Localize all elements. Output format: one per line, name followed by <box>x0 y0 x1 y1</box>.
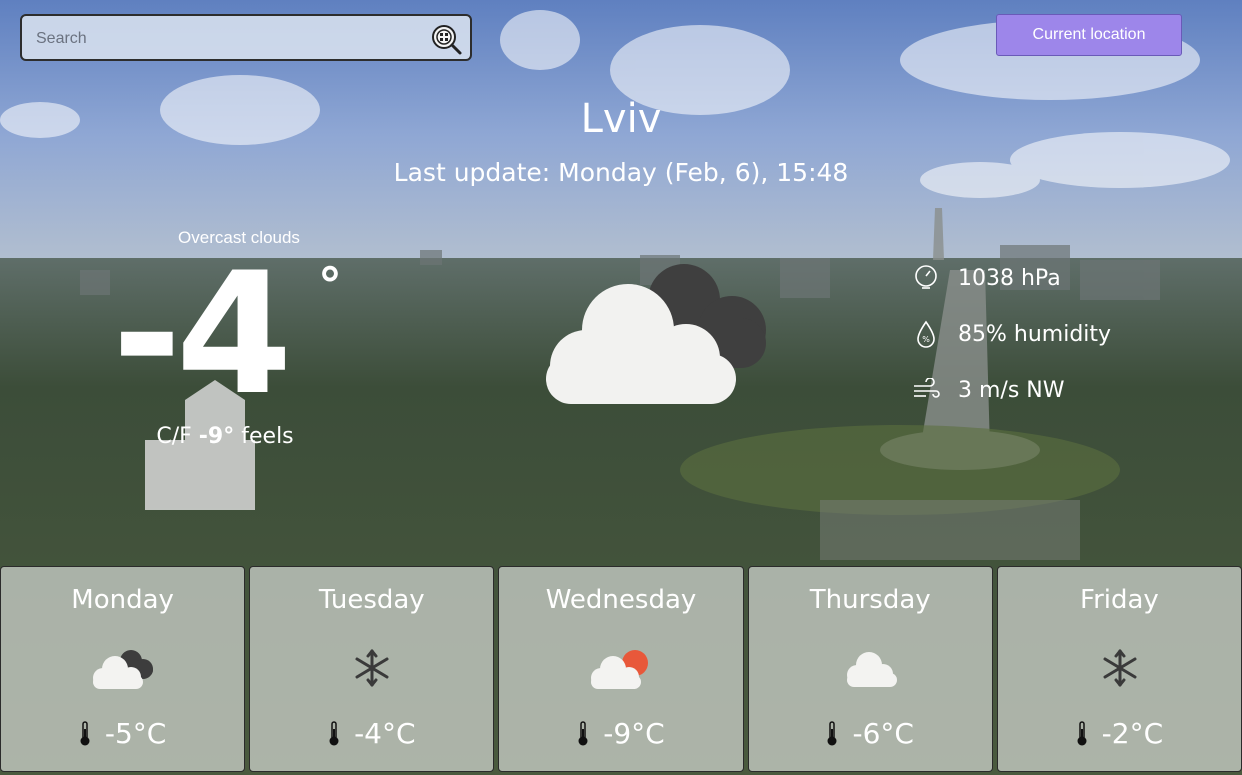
forecast-card-friday[interactable]: Friday -2°C <box>996 566 1242 772</box>
forecast-temp: -5°C <box>104 717 167 750</box>
thermometer-icon <box>328 720 340 747</box>
feels-like: C/F -9° feels <box>120 424 330 449</box>
wind-stat: 3 m/s NW <box>912 362 1111 418</box>
search-icon <box>432 25 462 55</box>
forecast-day: Wednesday <box>545 585 697 615</box>
forecast-card-thursday[interactable]: Thursday -6°C <box>747 566 993 772</box>
cloud-icon <box>846 652 897 687</box>
forecast-temp: -9°C <box>603 717 665 750</box>
forecast-temp: -2°C <box>1101 717 1164 750</box>
svg-text:%: % <box>922 335 930 344</box>
weather-stats: 1038 hPa % 85% humidity 3 m/s NW <box>912 250 1111 418</box>
forecast-temp: -6°C <box>852 717 914 750</box>
current-location-button[interactable]: Current location <box>996 14 1182 56</box>
forecast-temp: -4°C <box>354 717 416 750</box>
forecast-list: Monday -5°C Tuesday -4°C Wednesday -9°C … <box>0 566 1242 775</box>
forecast-day: Tuesday <box>318 585 425 615</box>
sun-behind-cloud-icon <box>591 650 649 689</box>
city-name: Lviv <box>580 96 662 142</box>
pressure-icon <box>912 264 940 292</box>
forecast-card-tuesday[interactable]: Tuesday -4°C <box>249 566 495 772</box>
snowflake-icon <box>1103 649 1137 687</box>
humidity-value: 85% humidity <box>958 321 1112 347</box>
unit-toggle[interactable]: C/F <box>156 424 191 449</box>
thermometer-icon <box>79 720 91 747</box>
current-temperature: -4 <box>112 236 293 432</box>
humidity-icon: % <box>912 320 940 348</box>
wind-icon <box>912 376 940 404</box>
search-button[interactable] <box>428 21 464 57</box>
thermometer-icon <box>577 720 589 747</box>
overcast-clouds-icon <box>546 264 766 404</box>
forecast-day: Monday <box>71 585 174 615</box>
thermometer-icon <box>826 720 838 747</box>
last-update: Last update: Monday (Feb, 6), 15:48 <box>393 158 849 187</box>
pressure-value: 1038 hPa <box>958 265 1061 291</box>
wind-value: 3 m/s NW <box>958 377 1065 403</box>
humidity-stat: % 85% humidity <box>912 306 1111 362</box>
feels-like-label: feels <box>241 424 294 449</box>
forecast-card-monday[interactable]: Monday -5°C <box>0 566 246 772</box>
forecast-temp-row: -2°C <box>998 717 1241 750</box>
forecast-day: Friday <box>1080 585 1159 615</box>
forecast-temp-row: -6°C <box>749 717 992 750</box>
search-bar <box>20 14 472 61</box>
feels-like-value: -9° <box>198 424 235 449</box>
overcast-clouds-icon <box>93 650 153 689</box>
pressure-stat: 1038 hPa <box>912 250 1111 306</box>
degree-symbol: ° <box>318 258 342 314</box>
thermometer-icon <box>1076 720 1088 747</box>
forecast-temp-row: -9°C <box>499 717 742 750</box>
forecast-temp-row: -5°C <box>1 717 244 750</box>
search-input[interactable] <box>34 25 418 53</box>
forecast-temp-row: -4°C <box>250 717 493 750</box>
forecast-day: Thursday <box>809 585 931 615</box>
forecast-card-wednesday[interactable]: Wednesday -9°C <box>498 566 744 772</box>
snowflake-icon <box>355 649 389 687</box>
